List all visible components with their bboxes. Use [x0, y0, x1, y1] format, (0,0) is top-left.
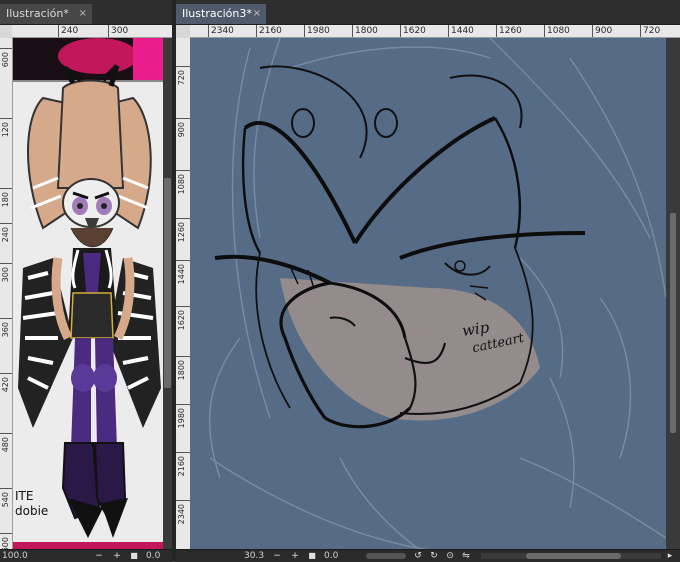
- zoom-in-button[interactable]: +: [289, 550, 301, 562]
- fit-button[interactable]: ■: [128, 550, 140, 562]
- scroll-thumb[interactable]: [164, 178, 171, 388]
- reference-canvas[interactable]: ITE dobie: [13, 38, 163, 550]
- zoom-out-button[interactable]: −: [93, 550, 105, 562]
- zoom-value[interactable]: 30.3: [244, 550, 264, 562]
- left-horizontal-ruler: 240 300: [12, 25, 172, 38]
- ruler-corner: [176, 25, 190, 38]
- angle-slider[interactable]: [366, 553, 406, 559]
- ruler-tick: 240: [58, 25, 78, 37]
- scroll-thumb[interactable]: [526, 553, 621, 559]
- main-canvas[interactable]: wip catteart: [190, 38, 666, 550]
- tab-ilustracion3[interactable]: Ilustración3* ×: [176, 4, 266, 24]
- reference-caption-line2: dobie: [15, 504, 49, 518]
- reference-character-art: [13, 38, 163, 538]
- tab-label: Ilustración3*: [182, 7, 252, 20]
- right-tab-bar: Ilustración3* ×: [176, 0, 680, 25]
- flip-icon[interactable]: ⇋: [460, 550, 472, 562]
- left-tab-bar: Ilustración* ×: [0, 0, 172, 25]
- right-vertical-scrollbar[interactable]: [666, 38, 680, 550]
- left-vertical-scrollbar[interactable]: [163, 38, 172, 550]
- watermark-line1: wip: [460, 318, 491, 340]
- close-icon[interactable]: ×: [253, 4, 261, 24]
- reference-caption-line1: ITE: [15, 489, 34, 503]
- right-status-bar: 30.3 − + ■ 0.0 ↺ ↻ ⊙ ⇋ ▸: [176, 549, 680, 562]
- scroll-right-icon[interactable]: ▸: [664, 550, 676, 562]
- scroll-thumb[interactable]: [670, 213, 676, 433]
- rotate-left-icon[interactable]: ↺: [412, 550, 424, 562]
- zoom-in-button[interactable]: +: [111, 550, 123, 562]
- rotate-right-icon[interactable]: ↻: [428, 550, 440, 562]
- left-status-bar: 100.0 − + ■ 0.0: [0, 549, 172, 562]
- tab-ilustracion[interactable]: Ilustración* ×: [0, 4, 92, 24]
- ruler-corner: [0, 25, 12, 38]
- fit-button[interactable]: ■: [306, 550, 318, 562]
- angle-value[interactable]: 0.0: [324, 550, 338, 562]
- close-icon[interactable]: ×: [79, 4, 87, 24]
- right-horizontal-ruler: 2340 2160 1980 1800 1620 1440 1260 1080 …: [190, 25, 680, 38]
- zoom-out-button[interactable]: −: [271, 550, 283, 562]
- horizontal-scrollbar[interactable]: [481, 553, 661, 559]
- left-vertical-ruler: 600 120 180 240 300 360 420 480 540 600: [0, 38, 13, 550]
- tab-label: Ilustración*: [6, 7, 69, 20]
- owl-sketch-art: [208, 38, 666, 550]
- zoom-value[interactable]: 100.0: [2, 550, 28, 562]
- right-vertical-ruler: 720 900 1080 1260 1440 1620 1800 1980 21…: [176, 38, 191, 550]
- ruler-tick: 300: [108, 25, 128, 37]
- angle-value[interactable]: 0.0: [146, 550, 160, 562]
- reset-icon[interactable]: ⊙: [444, 550, 456, 562]
